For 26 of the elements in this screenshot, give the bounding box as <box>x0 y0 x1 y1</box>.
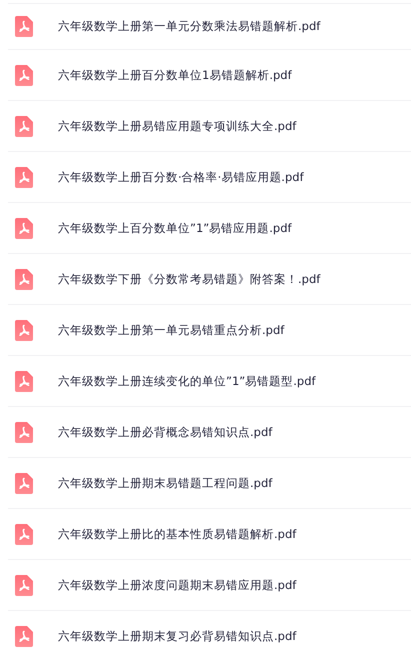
file-name[interactable]: 六年级数学上册连续变化的单位”1”易错题型.pdf <box>58 374 316 388</box>
file-name[interactable]: 六年级数学上册百分数单位1易错题解析.pdf <box>58 68 292 82</box>
pdf-file-icon <box>15 218 33 238</box>
pdf-file-icon <box>15 320 33 340</box>
pdf-file-icon <box>15 524 33 544</box>
file-name[interactable]: 六年级数学上册第一单元易错重点分析.pdf <box>58 322 284 338</box>
pdf-file-icon <box>15 422 33 442</box>
file-name[interactable]: 六年级数学上册浓度问题期末易错应用题.pdf <box>58 578 296 592</box>
file-name[interactable]: 六年级数学上册百分数·合格率·易错应用题.pdf <box>58 170 304 184</box>
pdf-file-icon <box>15 574 33 596</box>
file-name[interactable]: 六年级数学上册期末易错题工程问题.pdf <box>58 476 272 490</box>
pdf-file-icon <box>15 370 33 392</box>
file-name[interactable]: 六年级数学上册必背概念易错知识点.pdf <box>58 424 272 440</box>
pdf-file-icon <box>15 472 33 494</box>
pdf-file-icon <box>15 64 33 86</box>
file-name[interactable]: 六年级数学上册比的基本性质易错题解析.pdf <box>58 526 296 542</box>
file-name[interactable]: 六年级数学上册期末复习必背易错知识点.pdf <box>58 628 296 644</box>
pdf-file-icon <box>15 626 33 646</box>
file-name[interactable]: 六年级数学下册《分数常考易错题》附答案！.pdf <box>58 272 320 286</box>
file-name[interactable]: 六年级数学上百分数单位”1”易错应用题.pdf <box>58 220 292 236</box>
pdf-file-icon <box>15 166 33 188</box>
pdf-file-icon <box>15 268 33 290</box>
pdf-file-icon <box>15 16 33 37</box>
file-name[interactable]: 六年级数学上册易错应用题专项训练大全.pdf <box>58 118 296 134</box>
pdf-file-icon <box>15 116 33 136</box>
file-name[interactable]: 六年级数学上册第一单元分数乘法易错题解析.pdf <box>58 19 320 34</box>
